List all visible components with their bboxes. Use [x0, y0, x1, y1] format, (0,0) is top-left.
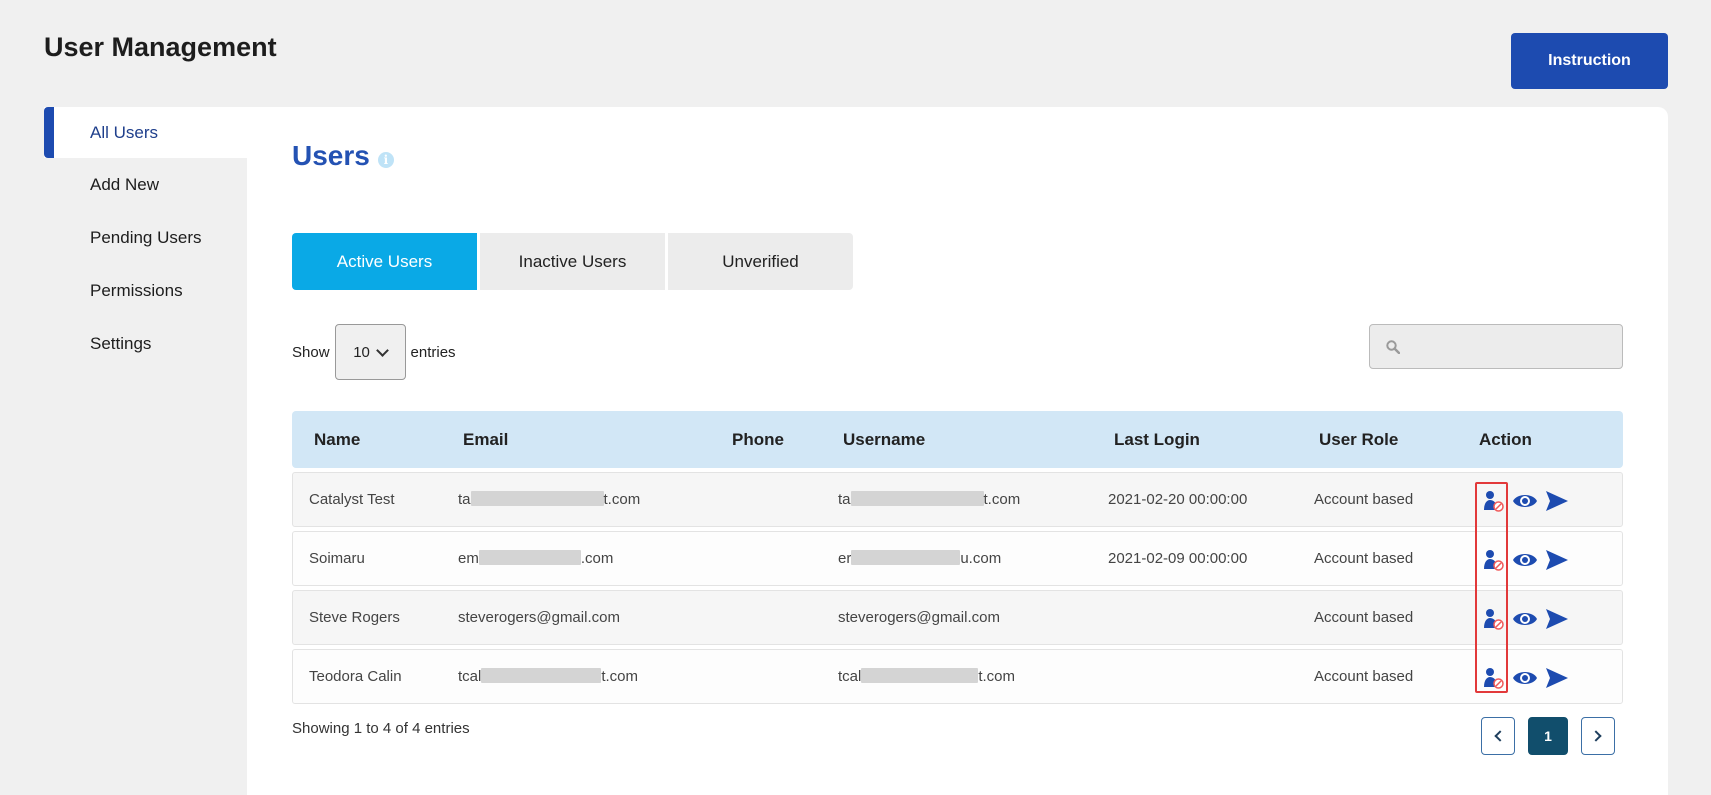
chevron-left-icon — [1494, 730, 1506, 742]
entries-select[interactable]: 10 — [334, 324, 406, 380]
cell-name: Steve Rogers — [309, 609, 400, 626]
cell-user-role: Account based — [1314, 668, 1414, 685]
pagination-info: Showing 1 to 4 of 4 entries — [292, 720, 470, 737]
column-header-user-role[interactable]: User Role — [1319, 430, 1398, 450]
redacted-block — [861, 668, 979, 683]
cell-email: steverogers@gmail.com — [458, 609, 620, 626]
info-icon[interactable]: i — [377, 152, 394, 168]
entries-value: 10 — [353, 343, 370, 361]
username-prefix: ta — [838, 491, 851, 508]
page-title: User Management — [44, 32, 277, 62]
search-box[interactable] — [1369, 324, 1623, 369]
cell-email: tcal t.com — [458, 668, 638, 685]
table-row: Teodora Calin tcal t.com tcal t.com Accoun… — [292, 649, 1623, 704]
sidebar-item-permissions[interactable]: Permissions — [44, 265, 247, 317]
redacted-block — [481, 668, 602, 683]
cell-username: steverogers@gmail.com — [838, 609, 1000, 626]
view-eye-icon[interactable] — [1512, 606, 1538, 632]
send-icon[interactable] — [1544, 665, 1570, 691]
entries-control: Show 10 entries — [292, 324, 456, 380]
deactivate-user-icon[interactable] — [1480, 606, 1506, 632]
chevron-down-icon — [376, 343, 389, 357]
column-header-last-login[interactable]: Last Login — [1114, 430, 1200, 450]
email-suffix: .com — [580, 550, 614, 567]
cell-user-role: Account based — [1314, 550, 1414, 567]
chevron-right-icon — [1590, 730, 1602, 742]
cell-username: er u.com — [838, 550, 1001, 567]
send-icon[interactable] — [1544, 547, 1570, 573]
username-suffix: u.com — [960, 550, 1002, 567]
tab-active-users[interactable]: Active Users — [292, 233, 477, 290]
email-prefix: ta — [458, 491, 471, 508]
cell-email: em .com — [458, 550, 613, 567]
tab-inactive-users[interactable]: Inactive Users — [480, 233, 665, 290]
sidebar-item-all-users[interactable]: All Users — [44, 107, 247, 158]
email-suffix: t.com — [603, 491, 641, 508]
redacted-block — [851, 550, 961, 565]
sidebar-item-settings[interactable]: Settings — [44, 318, 247, 370]
redacted-block — [470, 491, 604, 506]
table-row: Catalyst Test ta t.com ta t.com 2021-02-20… — [292, 472, 1623, 527]
cell-last-login: 2021-02-09 00:00:00 — [1108, 550, 1248, 567]
cell-user-role: Account based — [1314, 491, 1414, 508]
deactivate-user-icon[interactable] — [1480, 665, 1506, 691]
email-prefix: tcal — [458, 668, 482, 685]
row-actions — [1480, 606, 1570, 632]
cell-name: Soimaru — [309, 550, 365, 567]
send-icon[interactable] — [1544, 606, 1570, 632]
deactivate-user-icon[interactable] — [1480, 547, 1506, 573]
entries-label: entries — [410, 343, 456, 361]
email-prefix: em — [458, 550, 479, 567]
row-actions — [1480, 488, 1570, 514]
username-prefix: steverogers@gmail.com — [838, 609, 1000, 626]
username-suffix: t.com — [983, 491, 1021, 508]
deactivate-user-icon[interactable] — [1480, 488, 1506, 514]
username-prefix: tcal — [838, 668, 862, 685]
column-header-action: Action — [1479, 430, 1532, 449]
email-suffix: t.com — [601, 668, 639, 685]
users-heading-text: Users — [292, 140, 370, 171]
tab-unverified[interactable]: Unverified — [668, 233, 853, 290]
row-actions — [1480, 547, 1570, 573]
cell-username: tcal t.com — [838, 668, 1015, 685]
view-eye-icon[interactable] — [1512, 547, 1538, 573]
username-suffix: t.com — [978, 668, 1016, 685]
cell-last-login: 2021-02-20 00:00:00 — [1108, 491, 1248, 508]
sidebar-item-pending-users[interactable]: Pending Users — [44, 212, 247, 264]
send-icon[interactable] — [1544, 488, 1570, 514]
sidebar: All Users Add New Pending Users Permissi… — [44, 107, 247, 371]
column-header-phone[interactable]: Phone — [732, 430, 784, 450]
email-prefix: steverogers@gmail.com — [458, 609, 620, 626]
sidebar-item-add-new[interactable]: Add New — [44, 159, 247, 211]
cell-email: ta t.com — [458, 491, 640, 508]
user-tabs: Active Users Inactive Users Unverified — [292, 233, 853, 290]
cell-user-role: Account based — [1314, 609, 1414, 626]
redacted-block — [478, 550, 581, 565]
table-row: Soimaru em .com er u.com 2021-02-09 00:00:… — [292, 531, 1623, 586]
page-button-current[interactable]: 1 — [1528, 717, 1568, 755]
cell-name: Catalyst Test — [309, 491, 395, 508]
pagination: 1 — [1481, 717, 1615, 755]
table-header: Name Email Phone Username Last Login Use… — [292, 411, 1623, 468]
column-header-username[interactable]: Username — [843, 430, 925, 450]
table-row: Steve Rogers steverogers@gmail.com steve… — [292, 590, 1623, 645]
previous-page-button[interactable] — [1481, 717, 1515, 755]
row-actions — [1480, 665, 1570, 691]
show-label: Show — [292, 343, 330, 361]
redacted-block — [850, 491, 984, 506]
instruction-button[interactable]: Instruction — [1511, 33, 1668, 89]
column-header-email[interactable]: Email — [463, 430, 508, 450]
cell-name: Teodora Calin — [309, 668, 402, 685]
view-eye-icon[interactable] — [1512, 665, 1538, 691]
cell-username: ta t.com — [838, 491, 1020, 508]
username-prefix: er — [838, 550, 852, 567]
section-heading: Users i — [292, 140, 394, 172]
view-eye-icon[interactable] — [1512, 488, 1538, 514]
next-page-button[interactable] — [1581, 717, 1615, 755]
search-icon — [1386, 339, 1400, 354]
search-input[interactable] — [1408, 325, 1622, 368]
column-header-name[interactable]: Name — [314, 430, 360, 450]
